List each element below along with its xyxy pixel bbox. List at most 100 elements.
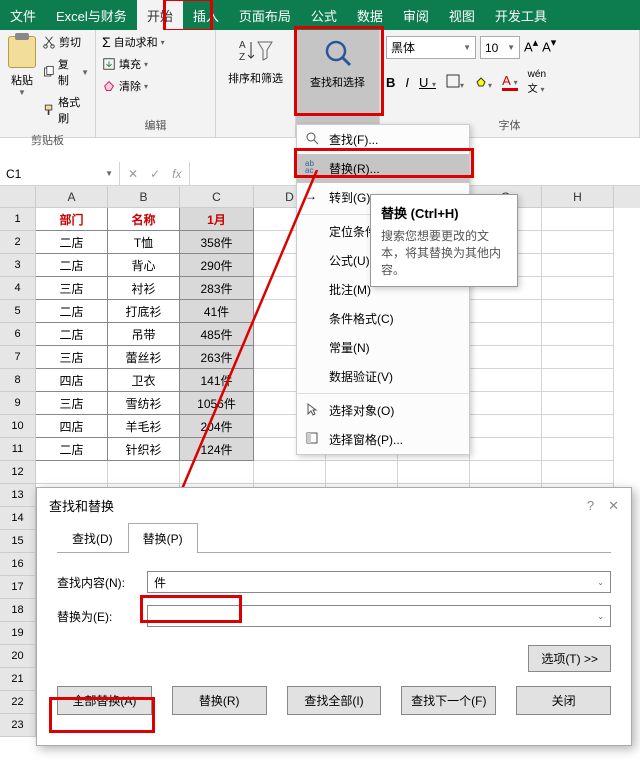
- cell[interactable]: 三店: [36, 277, 108, 300]
- row-header[interactable]: 19: [0, 622, 36, 645]
- row-header[interactable]: 16: [0, 553, 36, 576]
- cell[interactable]: [36, 461, 108, 484]
- row-header[interactable]: 4: [0, 277, 36, 300]
- tab-replace[interactable]: 替换(P): [128, 523, 198, 553]
- tab-find[interactable]: 查找(D): [57, 523, 128, 553]
- cell[interactable]: [542, 300, 614, 323]
- cell[interactable]: 358件: [180, 231, 254, 254]
- dropdown-validation[interactable]: 数据验证(V): [297, 362, 469, 391]
- row-header[interactable]: 21: [0, 668, 36, 691]
- cell[interactable]: 四店: [36, 369, 108, 392]
- cell[interactable]: 衬衫: [108, 277, 180, 300]
- row-header[interactable]: 10: [0, 415, 36, 438]
- cell[interactable]: [470, 392, 542, 415]
- cell[interactable]: [470, 300, 542, 323]
- cell[interactable]: [542, 438, 614, 461]
- row-header[interactable]: 3: [0, 254, 36, 277]
- cell[interactable]: 283件: [180, 277, 254, 300]
- cut-button[interactable]: 剪切: [42, 34, 89, 50]
- cell[interactable]: T恤: [108, 231, 180, 254]
- cell[interactable]: [542, 392, 614, 415]
- increase-font-button[interactable]: A▴: [524, 36, 538, 59]
- cell[interactable]: 四店: [36, 415, 108, 438]
- cell[interactable]: 141件: [180, 369, 254, 392]
- row-header[interactable]: 14: [0, 507, 36, 530]
- cell[interactable]: 蕾丝衫: [108, 346, 180, 369]
- cell[interactable]: 二店: [36, 438, 108, 461]
- menu-view[interactable]: 视图: [439, 0, 485, 30]
- cell[interactable]: [542, 208, 614, 231]
- cell[interactable]: [470, 369, 542, 392]
- cell[interactable]: 124件: [180, 438, 254, 461]
- options-button[interactable]: 选项(T) >>: [528, 645, 611, 672]
- cell[interactable]: 三店: [36, 346, 108, 369]
- cell[interactable]: 263件: [180, 346, 254, 369]
- confirm-formula[interactable]: ✓: [150, 167, 160, 181]
- cell[interactable]: [398, 461, 470, 484]
- cell[interactable]: [180, 461, 254, 484]
- cell[interactable]: 290件: [180, 254, 254, 277]
- paste-button[interactable]: 粘贴 ▼: [6, 34, 38, 99]
- cell[interactable]: [542, 369, 614, 392]
- col-header-h[interactable]: H: [542, 186, 614, 208]
- menu-review[interactable]: 审阅: [393, 0, 439, 30]
- dialog-help[interactable]: ?: [587, 498, 594, 514]
- font-name-select[interactable]: 黑体▼: [386, 36, 476, 59]
- cell[interactable]: [254, 461, 326, 484]
- cell[interactable]: 485件: [180, 323, 254, 346]
- cell[interactable]: [326, 461, 398, 484]
- row-header[interactable]: 7: [0, 346, 36, 369]
- find-next-button[interactable]: 查找下一个(F): [401, 686, 496, 715]
- decrease-font-button[interactable]: A▾: [542, 36, 556, 59]
- row-header[interactable]: 18: [0, 599, 36, 622]
- row-header[interactable]: 8: [0, 369, 36, 392]
- row-header[interactable]: 15: [0, 530, 36, 553]
- cell[interactable]: [542, 254, 614, 277]
- cell[interactable]: [542, 346, 614, 369]
- menu-file[interactable]: 文件: [0, 0, 46, 30]
- cell[interactable]: 羊毛衫: [108, 415, 180, 438]
- fill-color-button[interactable]: ▾: [474, 74, 492, 91]
- cell[interactable]: 二店: [36, 231, 108, 254]
- clear-button[interactable]: 清除 ▾: [102, 78, 165, 94]
- bold-button[interactable]: B: [386, 75, 395, 90]
- row-header[interactable]: 2: [0, 231, 36, 254]
- dropdown-selectobj[interactable]: 选择对象(O): [297, 396, 469, 425]
- find-all-button[interactable]: 查找全部(I): [287, 686, 382, 715]
- menu-excel-finance[interactable]: Excel与财务: [46, 0, 137, 30]
- cell[interactable]: 204件: [180, 415, 254, 438]
- row-header[interactable]: 12: [0, 461, 36, 484]
- row-header[interactable]: 13: [0, 484, 36, 507]
- cell[interactable]: 三店: [36, 392, 108, 415]
- format-painter-button[interactable]: 格式刷: [42, 94, 89, 126]
- cell[interactable]: [542, 415, 614, 438]
- cell[interactable]: 名称: [108, 208, 180, 231]
- autosum-button[interactable]: Σ 自动求和 ▾: [102, 34, 165, 50]
- row-header[interactable]: 9: [0, 392, 36, 415]
- cancel-formula[interactable]: ✕: [128, 167, 138, 181]
- name-box[interactable]: C1▼: [0, 162, 120, 185]
- cell[interactable]: 二店: [36, 300, 108, 323]
- fx-button[interactable]: fx: [172, 167, 181, 181]
- row-header[interactable]: 5: [0, 300, 36, 323]
- font-color-button[interactable]: A ▾: [502, 73, 518, 91]
- close-button[interactable]: 关闭: [516, 686, 611, 715]
- phonetic-button[interactable]: wén文 ▾: [528, 69, 546, 95]
- cell[interactable]: 吊带: [108, 323, 180, 346]
- row-header[interactable]: 1: [0, 208, 36, 231]
- cell[interactable]: [542, 461, 614, 484]
- cell[interactable]: 打底衫: [108, 300, 180, 323]
- fill-button[interactable]: 填充 ▾: [102, 56, 165, 72]
- dropdown-constants[interactable]: 常量(N): [297, 333, 469, 362]
- cell[interactable]: 雪纺衫: [108, 392, 180, 415]
- col-header-a[interactable]: A: [36, 186, 108, 208]
- row-header[interactable]: 22: [0, 691, 36, 714]
- cell[interactable]: 卫衣: [108, 369, 180, 392]
- cell[interactable]: 41件: [180, 300, 254, 323]
- cell[interactable]: [470, 323, 542, 346]
- underline-button[interactable]: U ▾: [419, 75, 436, 90]
- cell[interactable]: [470, 415, 542, 438]
- row-header[interactable]: 23: [0, 714, 36, 737]
- cell[interactable]: 二店: [36, 323, 108, 346]
- cell[interactable]: 背心: [108, 254, 180, 277]
